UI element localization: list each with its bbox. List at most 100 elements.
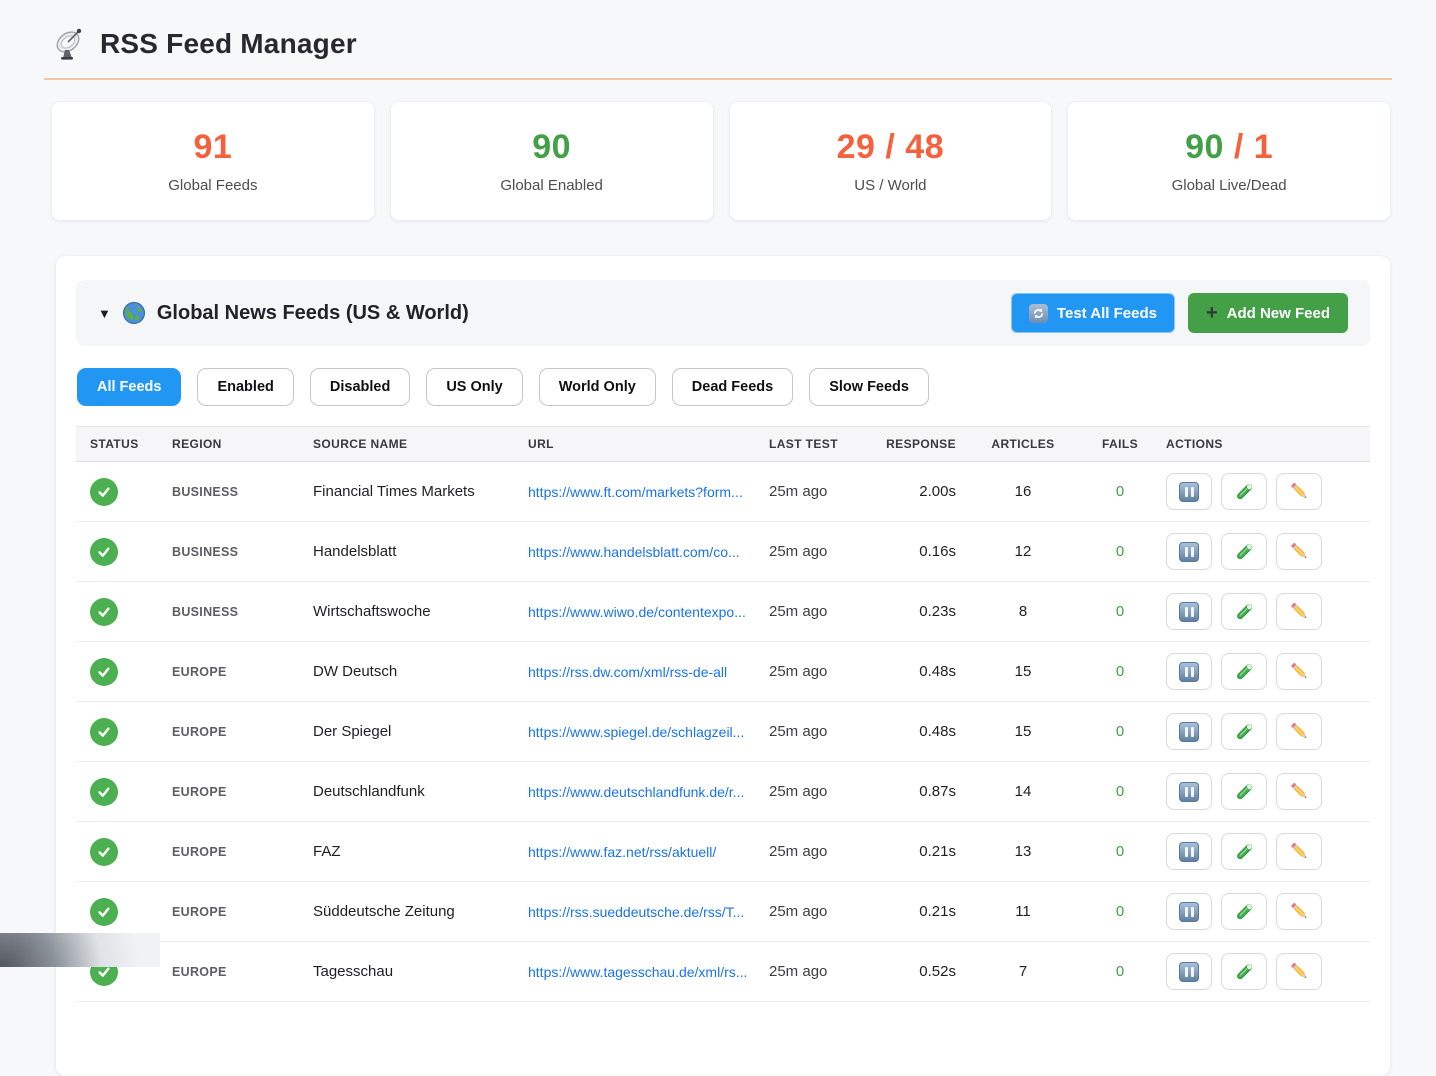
filter-dead-feeds[interactable]: Dead Feeds — [672, 368, 793, 406]
status-ok-badge — [90, 538, 118, 566]
check-icon — [96, 784, 112, 800]
filter-slow-feeds[interactable]: Slow Feeds — [809, 368, 929, 406]
edit-feed-button[interactable] — [1276, 953, 1322, 990]
collapse-caret-icon[interactable]: ▼ — [98, 306, 111, 321]
filter-world-only[interactable]: World Only — [539, 368, 656, 406]
test-feed-button[interactable] — [1221, 473, 1267, 510]
feed-url-link[interactable]: https://www.ft.com/markets?form... — [514, 484, 755, 500]
pause-feed-button[interactable] — [1166, 713, 1212, 750]
feed-actions — [1150, 713, 1370, 750]
pencil-icon — [1289, 721, 1310, 742]
feed-url-link[interactable]: https://rss.dw.com/xml/rss-de-all — [514, 664, 755, 680]
feed-fail-count: 0 — [1090, 903, 1150, 920]
feed-source-name: Financial Times Markets — [299, 483, 514, 500]
status-ok-badge — [90, 838, 118, 866]
table-row: EUROPEDeutschlandfunkhttps://www.deutsch… — [76, 762, 1370, 822]
stat-card-us-world: 29 / 48 US / World — [730, 102, 1052, 220]
feed-url-link[interactable]: https://www.wiwo.de/contentexpo... — [514, 604, 755, 620]
feed-last-test: 25m ago — [755, 723, 886, 740]
check-icon — [96, 904, 112, 920]
feed-fail-count: 0 — [1090, 543, 1150, 560]
stat-value: 90 / 1 — [1185, 128, 1273, 167]
pause-feed-button[interactable] — [1166, 473, 1212, 510]
stat-label: US / World — [854, 177, 926, 194]
edit-feed-button[interactable] — [1276, 473, 1322, 510]
stat-label: Global Live/Dead — [1172, 177, 1287, 194]
feed-url-link[interactable]: https://www.handelsblatt.com/co... — [514, 544, 755, 560]
stats-row: 91Global Feeds90Global Enabled29 / 48US … — [52, 102, 1390, 220]
pause-feed-button[interactable] — [1166, 593, 1212, 630]
feed-response-time: 0.48s — [886, 663, 956, 680]
satellite-dish-icon — [52, 26, 88, 62]
feed-article-count: 8 — [956, 603, 1090, 620]
edit-feed-button[interactable] — [1276, 533, 1322, 570]
feed-response-time: 0.52s — [886, 963, 956, 980]
test-feed-button[interactable] — [1221, 773, 1267, 810]
feed-url-link[interactable]: https://www.deutschlandfunk.de/r... — [514, 784, 755, 800]
feed-article-count: 16 — [956, 483, 1090, 500]
test-feed-button[interactable] — [1221, 953, 1267, 990]
check-icon — [96, 664, 112, 680]
feed-article-count: 13 — [956, 843, 1090, 860]
feed-region: EUROPE — [158, 725, 299, 739]
stat-value: 29 / 48 — [837, 128, 944, 167]
status-ok-badge — [90, 778, 118, 806]
feed-article-count: 14 — [956, 783, 1090, 800]
feed-url-link[interactable]: https://www.tagesschau.de/xml/rs... — [514, 964, 755, 980]
edit-feed-button[interactable] — [1276, 713, 1322, 750]
stat-value: 91 — [193, 128, 232, 167]
feed-last-test: 25m ago — [755, 903, 886, 920]
status-ok-badge — [90, 478, 118, 506]
edit-feed-button[interactable] — [1276, 893, 1322, 930]
column-header-fails: FAILS — [1090, 437, 1150, 451]
stat-label: Global Feeds — [168, 177, 257, 194]
table-row: BUSINESSHandelsblatthttps://www.handelsb… — [76, 522, 1370, 582]
feed-url-link[interactable]: https://www.spiegel.de/schlagzeil... — [514, 724, 755, 740]
pause-feed-button[interactable] — [1166, 953, 1212, 990]
add-new-feed-button[interactable]: + Add New Feed — [1188, 293, 1348, 333]
check-icon — [96, 544, 112, 560]
pause-feed-button[interactable] — [1166, 893, 1212, 930]
test-tube-icon — [1234, 781, 1255, 802]
pencil-icon — [1289, 541, 1310, 562]
table-row: BUSINESSWirtschaftswochehttps://www.wiwo… — [76, 582, 1370, 642]
test-feed-button[interactable] — [1221, 833, 1267, 870]
check-icon — [96, 844, 112, 860]
test-all-feeds-button[interactable]: Test All Feeds — [1011, 293, 1175, 333]
pause-icon — [1179, 482, 1199, 502]
test-feed-button[interactable] — [1221, 713, 1267, 750]
column-header-articles: ARTICLES — [956, 437, 1090, 451]
filter-disabled[interactable]: Disabled — [310, 368, 410, 406]
feed-last-test: 25m ago — [755, 543, 886, 560]
edit-feed-button[interactable] — [1276, 653, 1322, 690]
edit-feed-button[interactable] — [1276, 773, 1322, 810]
table-body: BUSINESSFinancial Times Marketshttps://w… — [76, 462, 1370, 1002]
feed-url-link[interactable]: https://www.faz.net/rss/aktuell/ — [514, 844, 755, 860]
test-feed-button[interactable] — [1221, 893, 1267, 930]
test-feed-button[interactable] — [1221, 593, 1267, 630]
stat-card-global-live-dead: 90 / 1 Global Live/Dead — [1068, 102, 1390, 220]
test-feed-button[interactable] — [1221, 653, 1267, 690]
filter-bar: All Feeds Enabled Disabled US Only World Onl… — [77, 368, 1370, 406]
feed-source-name: Süddeutsche Zeitung — [299, 903, 514, 920]
stat-value: 90 — [532, 128, 571, 167]
stat-card-global-feeds: 91 Global Feeds — [52, 102, 374, 220]
table-row: EUROPEDer Spiegelhttps://www.spiegel.de/… — [76, 702, 1370, 762]
filter-enabled[interactable]: Enabled — [197, 368, 293, 406]
pause-feed-button[interactable] — [1166, 833, 1212, 870]
pause-icon — [1179, 662, 1199, 682]
feed-url-link[interactable]: https://rss.sueddeutsche.de/rss/T... — [514, 904, 755, 920]
feed-last-test: 25m ago — [755, 843, 886, 860]
column-header-region: REGION — [158, 437, 299, 451]
pause-feed-button[interactable] — [1166, 533, 1212, 570]
edit-feed-button[interactable] — [1276, 593, 1322, 630]
test-feed-button[interactable] — [1221, 533, 1267, 570]
pause-feed-button[interactable] — [1166, 653, 1212, 690]
pause-feed-button[interactable] — [1166, 773, 1212, 810]
edit-feed-button[interactable] — [1276, 833, 1322, 870]
feed-article-count: 12 — [956, 543, 1090, 560]
filter-us-only[interactable]: US Only — [426, 368, 522, 406]
pause-icon — [1179, 902, 1199, 922]
feed-region: BUSINESS — [158, 605, 299, 619]
filter-all-feeds[interactable]: All Feeds — [77, 368, 181, 406]
